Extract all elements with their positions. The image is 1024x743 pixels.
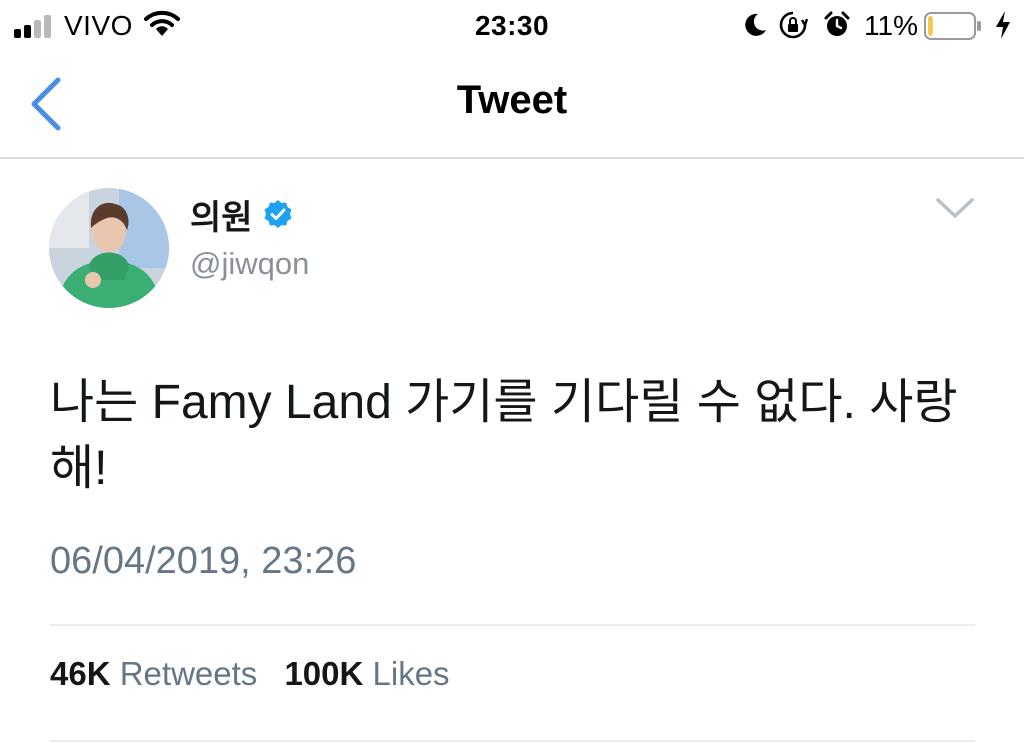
- navigation-bar: Tweet: [0, 52, 1024, 159]
- tweet-stats: 46K Retweets 100K Likes: [50, 655, 468, 693]
- display-name[interactable]: 의원: [190, 190, 253, 239]
- retweets-count: 46K: [50, 655, 111, 692]
- likes-label: Likes: [372, 655, 450, 692]
- divider-bottom: [50, 740, 975, 742]
- avatar[interactable]: [49, 188, 169, 308]
- tweet-timestamp: 06/04/2019, 23:26: [50, 540, 357, 582]
- likes-stat[interactable]: 100K Likes: [284, 655, 449, 693]
- battery-icon: [924, 12, 981, 40]
- verified-badge-icon: [264, 200, 292, 228]
- chevron-down-icon[interactable]: [932, 192, 978, 224]
- profile-photo: [49, 188, 169, 308]
- alarm-icon: [824, 11, 850, 36]
- tweet-text: 나는 Famy Land 가기를 기다릴 수 없다. 사랑해!: [50, 376, 958, 495]
- charging-bolt-icon: [996, 11, 1010, 39]
- user-handle[interactable]: @jiwqon: [190, 246, 309, 282]
- moon-icon: [745, 13, 766, 36]
- divider: [50, 624, 975, 626]
- retweets-label: Retweets: [119, 655, 258, 692]
- status-bar: VIVO 23:30 11%: [0, 0, 1024, 52]
- likes-count: 100K: [284, 655, 364, 692]
- retweets-stat[interactable]: 46K Retweets: [50, 655, 257, 693]
- rotation-lock-icon: [779, 11, 808, 39]
- battery-percent: 11%: [864, 10, 918, 41]
- page-title: Tweet: [456, 78, 568, 122]
